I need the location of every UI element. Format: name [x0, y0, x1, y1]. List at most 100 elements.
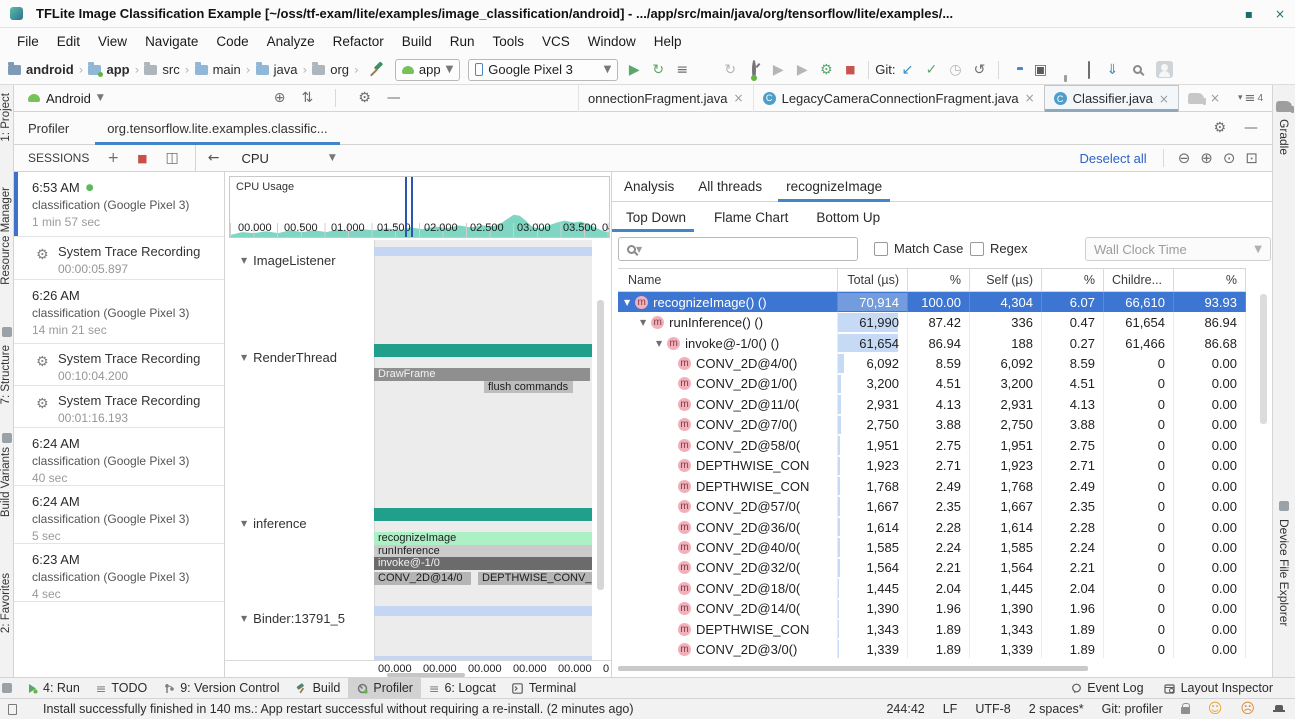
trace-event-runinference[interactable]: runInference [374, 545, 592, 557]
tab-legacy-camera-connection-fragment[interactable]: C LegacyCameraConnectionFragment.java × [753, 85, 1044, 112]
toolwindow-gradle[interactable]: Gradle [1277, 119, 1291, 155]
session-item[interactable]: 6:23 AM classification (Google Pixel 3) … [14, 544, 225, 602]
table-row[interactable]: mCONV_2D@7/0() 2,750 3.88 2,750 3.88 0 0… [618, 415, 1246, 435]
file-encoding[interactable]: UTF-8 [975, 702, 1010, 716]
git-history-button[interactable]: ◷ [944, 62, 968, 78]
trace-event-invoke[interactable]: invoke@-1/0 [374, 557, 592, 570]
tab-ghost[interactable]: × [1179, 85, 1229, 112]
col-self[interactable]: Self (µs) [970, 269, 1042, 291]
trace-event-recognizeimage[interactable]: recognizeImage [374, 532, 592, 545]
apply-code-changes-button[interactable]: ↻ [718, 62, 742, 78]
threads-vertical-scrollbar[interactable] [597, 300, 604, 590]
recording-item[interactable]: ⚙ System Trace Recording 00:01:16.193 [14, 386, 225, 428]
breadcrumb-java[interactable]: java [274, 62, 298, 77]
table-row[interactable]: mCONV_2D@3/0() 1,339 1.89 1,339 1.89 0 0… [618, 639, 1246, 658]
thread-inference[interactable]: ▼ inference [241, 516, 307, 531]
close-button[interactable]: × [1275, 7, 1285, 21]
sdk-manager-button[interactable]: ⇓ [1101, 62, 1125, 78]
happy-face-icon[interactable]: ☺ [1208, 701, 1223, 717]
toolwindow-switcher-icon[interactable] [2, 683, 12, 693]
run-with-coverage-button[interactable]: ≡ [670, 62, 694, 78]
table-row[interactable]: mCONV_2D@36/0( 1,614 2.28 1,614 2.28 0 0… [618, 517, 1246, 537]
table-row[interactable]: mCONV_2D@14/0( 1,390 1.96 1,390 1.96 0 0… [618, 599, 1246, 619]
git-branch[interactable]: Git: profiler [1102, 702, 1163, 716]
subtab-flame-chart[interactable]: Flame Chart [700, 202, 802, 232]
menu-refactor[interactable]: Refactor [324, 34, 393, 49]
recording-item[interactable]: ⚙ System Trace Recording 00:00:05.897 [14, 237, 225, 280]
menu-run[interactable]: Run [441, 34, 484, 49]
table-row[interactable]: mCONV_2D@32/0( 1,564 2.21 1,564 2.21 0 0… [618, 558, 1246, 578]
git-update-button[interactable]: ↙ [896, 62, 920, 78]
menu-navigate[interactable]: Navigate [136, 34, 207, 49]
maximize-button[interactable]: ▪ [1245, 7, 1253, 21]
collapse-all-icon[interactable]: ⇅ [301, 90, 313, 106]
event-log-button[interactable]: Event Log [1062, 678, 1151, 699]
table-row[interactable]: mCONV_2D@18/0( 1,445 2.04 1,445 2.04 0 0… [618, 578, 1246, 598]
col-children-pct[interactable]: % [1174, 269, 1246, 291]
table-row[interactable]: mDEPTHWISE_CON 1,923 2.71 1,923 2.71 0 0… [618, 456, 1246, 476]
table-row[interactable]: mCONV_2D@57/0( 1,667 2.35 1,667 2.35 0 0… [618, 496, 1246, 516]
settings-gear-icon[interactable]: ⚙ [358, 90, 371, 106]
git-commit-button[interactable]: ✓ [920, 62, 944, 78]
reset-zoom-icon[interactable]: ⊙ [1223, 149, 1236, 167]
menu-help[interactable]: Help [645, 34, 691, 49]
close-icon[interactable]: × [1210, 91, 1220, 105]
collapse-arrow-icon[interactable]: ▼ [241, 614, 247, 623]
chevron-down-icon[interactable]: ▼ [329, 153, 336, 163]
stop-button[interactable]: ■ [838, 63, 862, 76]
menu-tools[interactable]: Tools [484, 34, 534, 49]
device-manager-button[interactable] [1077, 62, 1101, 78]
toolwindow-run[interactable]: 4: Run [18, 678, 88, 699]
table-row[interactable]: ▼mrunInference() () 61,990 87.42 336 0.4… [618, 312, 1246, 332]
recording-item[interactable]: ⚙ System Trace Recording 00:10:04.200 [14, 344, 225, 386]
hidden-tabs-dropdown[interactable]: ▾ ≡ 4 [1229, 85, 1272, 112]
table-row[interactable]: mDEPTHWISE_CON 1,343 1.89 1,343 1.89 0 0… [618, 619, 1246, 639]
collapse-sessions-button[interactable]: ◫ [166, 150, 179, 166]
tab-camera-connection-fragment[interactable]: onnectionFragment.java × [578, 85, 753, 112]
trace-event-conv2d[interactable]: CONV_2D@14/0 [374, 572, 471, 585]
run-config-select[interactable]: app ▼ [395, 59, 460, 81]
toolwindow-favorites[interactable]: 2: Favorites [0, 573, 14, 633]
expand-icon[interactable]: ▼ [624, 298, 630, 307]
table-row[interactable]: mCONV_2D@40/0( 1,585 2.24 1,585 2.24 0 0… [618, 537, 1246, 557]
attach-profiler-button[interactable]: ▶ [790, 62, 814, 78]
search-everywhere-icon[interactable] [1133, 65, 1142, 74]
close-icon[interactable]: × [734, 91, 744, 105]
deselect-all-link[interactable]: Deselect all [1079, 151, 1146, 166]
build-variants-icon[interactable] [2, 433, 12, 443]
locate-file-icon[interactable]: ⊕ [274, 90, 286, 106]
table-row[interactable]: mCONV_2D@1/0() 3,200 4.51 3,200 4.51 0 0… [618, 374, 1246, 394]
selection-marker[interactable] [405, 177, 407, 237]
zoom-in-icon[interactable]: ⊕ [1200, 149, 1213, 167]
thread-state-bar[interactable] [374, 508, 592, 521]
search-box[interactable]: ▼ [618, 237, 858, 261]
line-separator[interactable]: LF [943, 702, 958, 716]
run-anything-button[interactable]: ▣ [1029, 62, 1053, 78]
collapse-arrow-icon[interactable]: ▼ [241, 256, 247, 265]
zoom-to-selection-icon[interactable]: ⊡ [1245, 149, 1258, 167]
clock-type-select[interactable]: Wall Clock Time ▼ [1085, 237, 1271, 261]
menu-build[interactable]: Build [393, 34, 441, 49]
zoom-out-icon[interactable]: ⊖ [1178, 149, 1191, 167]
git-revert-button[interactable]: ↺ [968, 62, 992, 78]
stage-selector[interactable]: CPU [241, 151, 268, 166]
breadcrumb-org[interactable]: org [330, 62, 349, 77]
selection-marker[interactable] [411, 177, 413, 237]
profile-avatar[interactable] [1156, 61, 1173, 78]
menu-file[interactable]: File [8, 34, 48, 49]
collapse-arrow-icon[interactable]: ▼ [241, 353, 247, 362]
table-row[interactable]: ▼mrecognizeImage() () 70,914 100.00 4,30… [618, 292, 1246, 312]
close-icon[interactable]: × [1025, 91, 1035, 105]
toolwindow-project[interactable]: 1: Project [0, 93, 14, 142]
thread-state-bar[interactable] [374, 606, 592, 616]
col-total[interactable]: Total (µs) [838, 269, 908, 291]
match-case-checkbox[interactable]: Match Case [874, 241, 963, 256]
toolwindow-device-file-explorer[interactable]: Device File Explorer [1277, 519, 1291, 626]
session-item[interactable]: 6:26 AM classification (Google Pixel 3) … [14, 280, 225, 344]
device-file-explorer-icon[interactable] [1279, 501, 1289, 511]
stop-session-button[interactable]: ■ [137, 152, 147, 165]
col-name[interactable]: Name [618, 269, 838, 291]
run-button[interactable]: ▶ [622, 62, 646, 78]
add-session-button[interactable]: + [107, 150, 119, 166]
trace-event-drawframe[interactable]: DrawFrame [374, 368, 590, 381]
